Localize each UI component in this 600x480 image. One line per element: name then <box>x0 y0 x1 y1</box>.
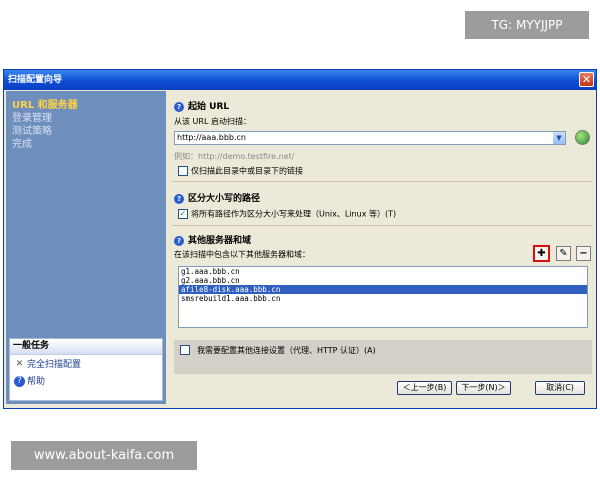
nav-item-finish[interactable]: 完成 <box>12 135 32 150</box>
list-item[interactable]: g2.aaa.bbb.cn <box>179 276 587 285</box>
full-scan-config-link[interactable]: ✕ 完全扫描配置 <box>14 359 81 371</box>
only-below-box[interactable] <box>178 166 188 176</box>
watermark-bottom: www.about-kaifa.com <box>11 441 197 470</box>
case-sensitive-label: 将所有路径作为区分大小写来处理（Unix、Linux 等）(T) <box>191 209 397 219</box>
wizard-sidebar: URL 和服务器 登录管理 测试策略 完成 一般任务 ✕ 完全扫描配置 ? 帮助 <box>6 91 166 404</box>
divider <box>172 181 592 182</box>
extra-settings-box[interactable] <box>180 345 190 355</box>
start-url-example: 例如：http://demo.testfire.net/ <box>174 152 295 161</box>
general-tasks-panel: 一般任务 ✕ 完全扫描配置 ? 帮助 <box>9 338 163 401</box>
help-icon[interactable]: ? <box>174 193 184 204</box>
general-tasks-header: 一般任务 <box>10 339 162 355</box>
scan-config-wizard-window: 扫描配置向导 ✕ URL 和服务器 登录管理 测试策略 完成 一般任务 ✕ 完全扫… <box>3 69 597 409</box>
extra-settings-panel: 我需要配置其他连接设置（代理、HTTP 认证）(A) <box>174 340 592 374</box>
only-below-label: 仅扫描此目录中或目录下的链接 <box>191 166 303 176</box>
start-url-input[interactable]: http://aaa.bbb.cn ▼ <box>174 131 566 145</box>
start-url-heading: ? 起始 URL <box>174 99 229 112</box>
case-sensitive-checkbox[interactable]: ✓ 将所有路径作为区分大小写来处理（Unix、Linux 等）(T) <box>178 209 396 220</box>
tools-icon: ✕ <box>15 359 24 369</box>
minus-icon: − <box>579 248 588 259</box>
other-servers-prompt: 在该扫描中包含以下其他服务器和域： <box>174 250 310 259</box>
full-scan-config-label: 完全扫描配置 <box>27 360 82 370</box>
other-servers-heading: ? 其他服务器和域 <box>174 233 251 246</box>
case-sensitive-heading: ? 区分大小写的路径 <box>174 191 260 204</box>
back-button[interactable]: ＜上一步(B) <box>397 381 452 395</box>
list-item[interactable]: smsrebuild1.aaa.bbb.cn <box>179 294 587 303</box>
cancel-button[interactable]: 取消(C) <box>535 381 585 395</box>
start-url-prompt: 从该 URL 启动扫描： <box>174 117 251 126</box>
help-link[interactable]: ? 帮助 <box>14 376 45 388</box>
wizard-content: ? 起始 URL 从该 URL 启动扫描： http://aaa.bbb.cn ▼… <box>170 91 594 404</box>
help-icon[interactable]: ? <box>174 101 184 112</box>
next-button[interactable]: 下一步(N)＞ <box>456 381 511 395</box>
plus-icon: ✚ <box>537 248 546 259</box>
window-title: 扫描配置向导 <box>8 75 63 85</box>
help-icon: ? <box>14 376 25 387</box>
divider <box>172 225 592 226</box>
help-label: 帮助 <box>27 377 46 387</box>
edit-server-button[interactable]: ✎ <box>556 246 571 261</box>
help-icon[interactable]: ? <box>174 235 184 246</box>
list-item[interactable]: g1.aaa.bbb.cn <box>179 267 587 276</box>
list-item-selected[interactable]: afile8-disk.aaa.bbb.cn <box>179 285 587 294</box>
title-bar: 扫描配置向导 ✕ <box>4 70 596 90</box>
close-button[interactable]: ✕ <box>579 72 594 87</box>
case-sensitive-title: 区分大小写的路径 <box>188 194 261 204</box>
start-url-title: 起始 URL <box>188 102 230 112</box>
only-below-checkbox[interactable]: 仅扫描此目录中或目录下的链接 <box>178 166 303 177</box>
other-servers-list[interactable]: g1.aaa.bbb.cn g2.aaa.bbb.cn afile8-disk.… <box>178 266 588 328</box>
remove-server-button[interactable]: − <box>576 246 591 261</box>
extra-settings-label: 我需要配置其他连接设置（代理、HTTP 认证）(A) <box>197 345 376 355</box>
add-server-button[interactable]: ✚ <box>533 245 550 262</box>
globe-icon[interactable] <box>575 130 590 145</box>
checkmark-icon[interactable]: ✓ <box>178 209 188 219</box>
chevron-down-icon[interactable]: ▼ <box>553 132 565 144</box>
extra-settings-checkbox[interactable]: 我需要配置其他连接设置（代理、HTTP 认证）(A) <box>180 345 376 356</box>
start-url-value: http://aaa.bbb.cn <box>177 133 247 142</box>
pencil-icon: ✎ <box>559 248 568 259</box>
other-servers-title: 其他服务器和域 <box>188 236 252 246</box>
watermark-top: TG: MYYJJPP <box>465 11 589 39</box>
